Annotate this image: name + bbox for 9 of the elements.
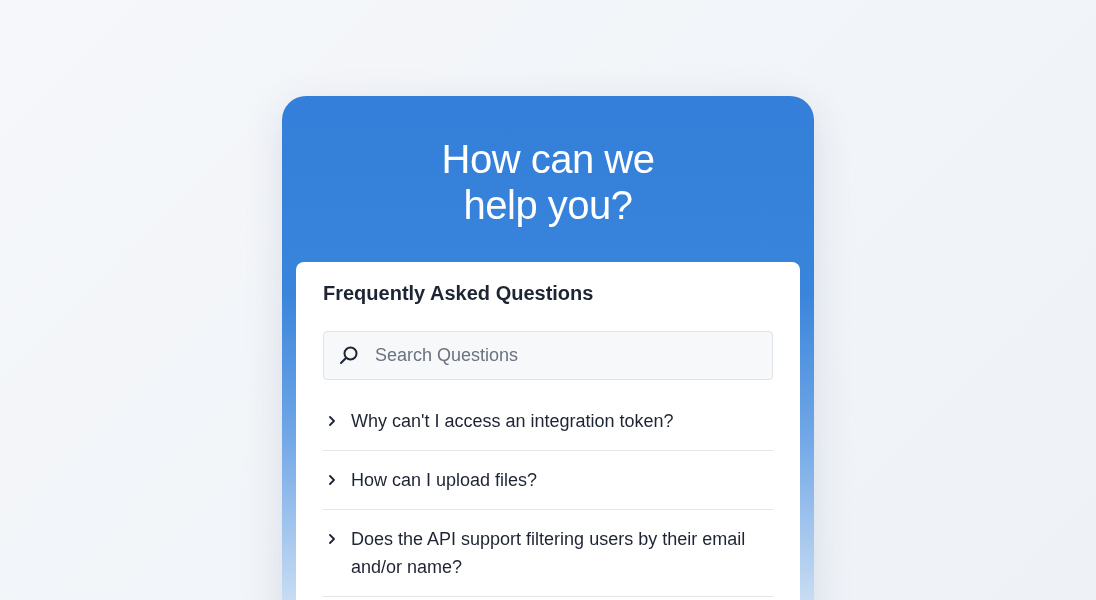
faq-title: Frequently Asked Questions (323, 282, 595, 305)
faq-item[interactable]: Why can't I access an integration token? (323, 392, 773, 451)
chevron-icon (327, 534, 337, 544)
search-field[interactable]: Search Questions (323, 331, 773, 380)
faq-item[interactable]: How can I upload files? (323, 451, 773, 510)
faq-item[interactable]: Does the API support filtering users by their email and/or name? (323, 510, 773, 597)
help-heading: How can we help you? (441, 136, 655, 228)
chevron-icon (327, 416, 337, 426)
chevron-icon (327, 475, 337, 485)
